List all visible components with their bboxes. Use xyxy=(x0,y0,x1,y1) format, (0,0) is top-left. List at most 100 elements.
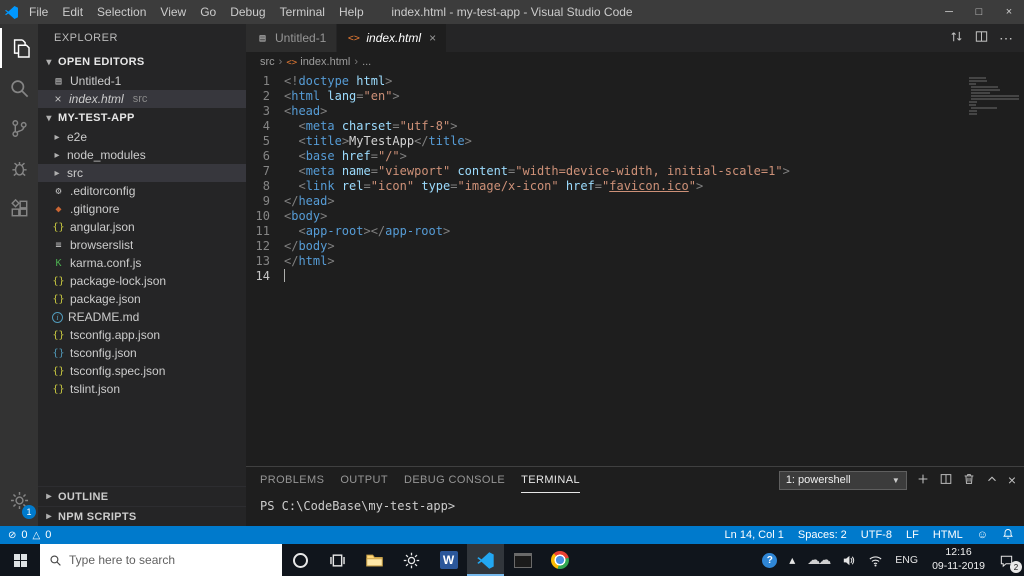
status-html[interactable]: HTML xyxy=(933,529,963,541)
file-editorconfig[interactable]: ⚙ .editorconfig xyxy=(38,182,246,200)
terminal-output[interactable]: PS C:\CodeBase\my-test-app> xyxy=(246,493,1024,526)
photos-button[interactable] xyxy=(504,544,541,576)
line-number: 11 xyxy=(255,224,270,238)
file-package-lock-json[interactable]: {} package-lock.json xyxy=(38,272,246,290)
code-text: <body> xyxy=(284,209,328,223)
activity-source-control-button[interactable] xyxy=(0,108,38,148)
breadcrumb-index-html[interactable]: <> index.html xyxy=(286,56,350,68)
language-indicator[interactable]: ENG xyxy=(889,544,924,576)
breadcrumb-[interactable]: ... xyxy=(362,56,371,68)
onedrive-icon[interactable]: ☁☁ xyxy=(801,544,835,576)
panel-tab-debug-console[interactable]: DEBUG CONSOLE xyxy=(404,467,505,493)
action-center-button[interactable]: 2 xyxy=(993,544,1024,576)
folder-e2e[interactable]: ▸ e2e xyxy=(38,128,246,146)
split-editor-icon[interactable] xyxy=(974,29,989,47)
open-editor-label: index.html xyxy=(69,92,124,106)
code-line-6: 6 <base href="/"> xyxy=(246,149,1024,164)
clock[interactable]: 12:16 09-11-2019 xyxy=(924,546,993,573)
activity-explorer-button[interactable] xyxy=(0,28,38,68)
settings-button[interactable] xyxy=(393,544,430,576)
breadcrumb-label: ... xyxy=(362,56,372,68)
minimize-button[interactable]: ─ xyxy=(934,0,964,24)
status-ln-14-col-1[interactable]: Ln 14, Col 1 xyxy=(725,529,784,541)
tray-expand-button[interactable]: ▴ xyxy=(783,544,801,576)
help-tray-button[interactable]: ? xyxy=(756,544,783,576)
panel-controls: 1: powershell ▼ × xyxy=(778,470,1016,490)
cortana-button[interactable] xyxy=(282,544,319,576)
tab-index-html[interactable]: <> index.html × xyxy=(337,24,448,52)
file-tsconfig-spec-json[interactable]: {} tsconfig.spec.json xyxy=(38,362,246,380)
menu-go[interactable]: Go xyxy=(193,0,223,24)
section-npm-scripts[interactable]: ▸ NPM SCRIPTS xyxy=(38,506,246,526)
open-editor-index-html[interactable]: × index.html src xyxy=(38,90,246,108)
file-browserslist[interactable]: ≡ browserslist xyxy=(38,236,246,254)
menu-debug[interactable]: Debug xyxy=(223,0,272,24)
feedback-smiley-icon[interactable]: ☺ xyxy=(977,529,988,541)
tree-item-label: tslint.json xyxy=(70,382,121,396)
vscode-taskbar-button[interactable] xyxy=(467,544,504,576)
section-outline[interactable]: ▸ OUTLINE xyxy=(38,486,246,506)
breadcrumb-src[interactable]: src xyxy=(260,56,275,68)
start-button[interactable] xyxy=(0,544,40,576)
close-button[interactable]: × xyxy=(994,0,1024,24)
status-lf[interactable]: LF xyxy=(906,529,919,541)
code-editor[interactable]: 1 <!doctype html> 2 <html lang="en"> 3 <head>… xyxy=(246,72,1024,466)
activity-search-button[interactable] xyxy=(0,68,38,108)
chrome-button[interactable] xyxy=(541,544,578,576)
terminal-shell-selector[interactable]: 1: powershell ▼ xyxy=(778,470,907,490)
split-terminal-icon[interactable] xyxy=(939,472,953,489)
task-view-button[interactable] xyxy=(319,544,356,576)
status-utf-8[interactable]: UTF-8 xyxy=(861,529,892,541)
open-editors-header[interactable]: ▾ OPEN EDITORS xyxy=(38,52,246,72)
maximize-button[interactable]: □ xyxy=(964,0,994,24)
menu-help[interactable]: Help xyxy=(332,0,371,24)
file-tsconfig-json[interactable]: {} tsconfig.json xyxy=(38,344,246,362)
open-changes-icon[interactable] xyxy=(949,29,964,47)
file-tsconfig-app-json[interactable]: {} tsconfig.app.json xyxy=(38,326,246,344)
more-actions-icon[interactable]: ⋯ xyxy=(999,30,1014,47)
activity-extensions-button[interactable] xyxy=(0,188,38,228)
panel-tab-output[interactable]: OUTPUT xyxy=(340,467,388,493)
open-editor-untitled-1[interactable]: ▤ Untitled-1 xyxy=(38,72,246,90)
tab-untitled-1[interactable]: ▤ Untitled-1 xyxy=(246,24,338,52)
folder-node-modules[interactable]: ▸ node_modules xyxy=(38,146,246,164)
status-spaces-2[interactable]: Spaces: 2 xyxy=(798,529,847,541)
new-terminal-icon[interactable] xyxy=(916,472,930,489)
file-tslint-json[interactable]: {} tslint.json xyxy=(38,380,246,398)
panel-tab-terminal[interactable]: TERMINAL xyxy=(521,467,580,493)
word-button[interactable]: W xyxy=(430,544,467,576)
activity-debug-button[interactable] xyxy=(0,148,38,188)
panel-tab-problems[interactable]: PROBLEMS xyxy=(260,467,324,493)
menu-selection[interactable]: Selection xyxy=(90,0,153,24)
close-icon[interactable]: × xyxy=(429,31,436,45)
folder-src[interactable]: ▸ src xyxy=(38,164,246,182)
menu-terminal[interactable]: Terminal xyxy=(273,0,332,24)
menu-view[interactable]: View xyxy=(153,0,193,24)
menu-file[interactable]: File xyxy=(22,0,55,24)
file-explorer-button[interactable] xyxy=(356,544,393,576)
minimap[interactable] xyxy=(964,74,1022,122)
close-panel-icon[interactable]: × xyxy=(1008,472,1016,488)
project-header[interactable]: ▾ MY-TEST-APP xyxy=(38,108,246,128)
file-package-json[interactable]: {} package.json xyxy=(38,290,246,308)
close-icon[interactable]: × xyxy=(52,92,64,106)
list-icon: ≡ xyxy=(55,239,62,251)
dark-app-icon xyxy=(513,552,532,568)
network-button[interactable] xyxy=(862,544,889,576)
menu-edit[interactable]: Edit xyxy=(55,0,90,24)
file-readme-md[interactable]: i README.md xyxy=(38,308,246,326)
kill-terminal-icon[interactable] xyxy=(962,472,976,489)
taskbar-search-input[interactable] xyxy=(69,553,259,567)
file-gitignore[interactable]: ◆ .gitignore xyxy=(38,200,246,218)
line-number: 9 xyxy=(262,194,270,208)
bell-icon[interactable] xyxy=(1002,528,1014,543)
volume-button[interactable] xyxy=(835,544,862,576)
file-angular-json[interactable]: {} angular.json xyxy=(38,218,246,236)
chevron-right-icon: ▸ xyxy=(54,131,60,143)
taskbar-search[interactable] xyxy=(40,544,282,576)
problems-summary[interactable]: ⊘ 0 △ 0 xyxy=(8,529,51,541)
activity-settings-button[interactable]: 1 xyxy=(0,480,38,520)
maximize-panel-icon[interactable] xyxy=(985,472,999,489)
file-karma-conf-js[interactable]: Kkarma.conf.js xyxy=(38,254,246,272)
activity-bar: 1 xyxy=(0,24,38,526)
